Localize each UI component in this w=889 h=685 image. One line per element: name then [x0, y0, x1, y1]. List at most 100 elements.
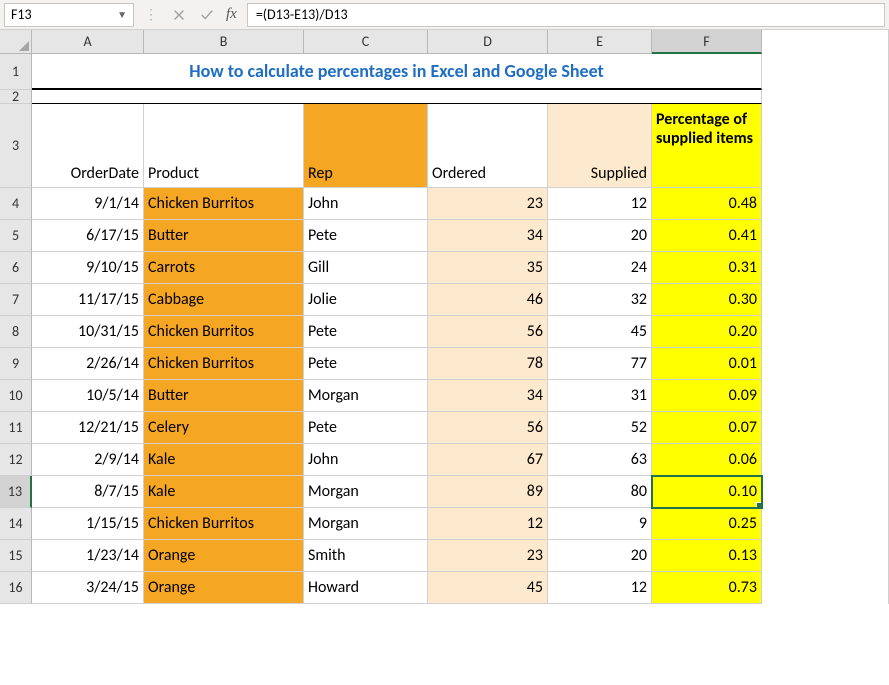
chevron-down-icon[interactable]: ▼ — [117, 8, 127, 21]
cell-ordered-5[interactable]: 34 — [428, 220, 548, 252]
cell-pct-10[interactable]: 0.09 — [652, 380, 762, 412]
cell-rep-7[interactable]: Jolie — [304, 284, 428, 316]
spreadsheet-grid[interactable]: ABCDEF1How to calculate percentages in E… — [0, 30, 889, 604]
cell-pct-6[interactable]: 0.31 — [652, 252, 762, 284]
row-header-9[interactable]: 9 — [0, 348, 32, 380]
cell-product-5[interactable]: Butter — [144, 220, 304, 252]
title-cell[interactable]: How to calculate percentages in Excel an… — [32, 54, 762, 90]
header-product[interactable]: Product — [144, 104, 304, 188]
cell-pct-16[interactable]: 0.73 — [652, 572, 762, 604]
cell-supplied-5[interactable]: 20 — [548, 220, 652, 252]
cell-ordered-6[interactable]: 35 — [428, 252, 548, 284]
col-header-D[interactable]: D — [428, 30, 548, 54]
cell-date-7[interactable]: 11/17/15 — [32, 284, 144, 316]
cell-rep-14[interactable]: Morgan — [304, 508, 428, 540]
cell-ordered-16[interactable]: 45 — [428, 572, 548, 604]
cell-rep-5[interactable]: Pete — [304, 220, 428, 252]
cell-date-8[interactable]: 10/31/15 — [32, 316, 144, 348]
cell-supplied-16[interactable]: 12 — [548, 572, 652, 604]
col-header-E[interactable]: E — [548, 30, 652, 54]
cell-product-4[interactable]: Chicken Burritos — [144, 188, 304, 220]
cell-supplied-7[interactable]: 32 — [548, 284, 652, 316]
row-header-11[interactable]: 11 — [0, 412, 32, 444]
row-header-14[interactable]: 14 — [0, 508, 32, 540]
row-header-10[interactable]: 10 — [0, 380, 32, 412]
cell-pct-11[interactable]: 0.07 — [652, 412, 762, 444]
cell-ordered-10[interactable]: 34 — [428, 380, 548, 412]
cell-rep-9[interactable]: Pete — [304, 348, 428, 380]
cell-pct-13[interactable]: 0.10 — [652, 476, 762, 508]
cell-pct-9[interactable]: 0.01 — [652, 348, 762, 380]
cell-ordered-14[interactable]: 12 — [428, 508, 548, 540]
cell-product-6[interactable]: Carrots — [144, 252, 304, 284]
row-header-16[interactable]: 16 — [0, 572, 32, 604]
header-orderdate[interactable]: OrderDate — [32, 104, 144, 188]
cell-date-5[interactable]: 6/17/15 — [32, 220, 144, 252]
cell-pct-15[interactable]: 0.13 — [652, 540, 762, 572]
cell-date-13[interactable]: 8/7/15 — [32, 476, 144, 508]
cell-product-15[interactable]: Orange — [144, 540, 304, 572]
cell-rep-12[interactable]: John — [304, 444, 428, 476]
header-percentage[interactable]: Percentage of supplied items — [652, 104, 762, 188]
name-box[interactable]: F13 ▼ — [4, 3, 134, 27]
row-2-merge[interactable] — [32, 90, 762, 104]
cell-product-14[interactable]: Chicken Burritos — [144, 508, 304, 540]
row-header-6[interactable]: 6 — [0, 252, 32, 284]
cancel-icon[interactable] — [168, 4, 190, 26]
cell-rep-11[interactable]: Pete — [304, 412, 428, 444]
row-header-15[interactable]: 15 — [0, 540, 32, 572]
cell-supplied-15[interactable]: 20 — [548, 540, 652, 572]
check-icon[interactable] — [196, 4, 218, 26]
cell-product-13[interactable]: Kale — [144, 476, 304, 508]
header-rep[interactable]: Rep — [304, 104, 428, 188]
cell-product-11[interactable]: Celery — [144, 412, 304, 444]
cell-supplied-13[interactable]: 80 — [548, 476, 652, 508]
cell-date-10[interactable]: 10/5/14 — [32, 380, 144, 412]
col-header-B[interactable]: B — [144, 30, 304, 54]
row-header-2[interactable]: 2 — [0, 90, 32, 104]
cell-supplied-8[interactable]: 45 — [548, 316, 652, 348]
cell-product-9[interactable]: Chicken Burritos — [144, 348, 304, 380]
header-supplied[interactable]: Supplied — [548, 104, 652, 188]
cell-date-14[interactable]: 1/15/15 — [32, 508, 144, 540]
col-header-F[interactable]: F — [652, 30, 762, 54]
cell-ordered-9[interactable]: 78 — [428, 348, 548, 380]
cell-date-6[interactable]: 9/10/15 — [32, 252, 144, 284]
cell-date-11[interactable]: 12/21/15 — [32, 412, 144, 444]
cell-ordered-13[interactable]: 89 — [428, 476, 548, 508]
select-all-corner[interactable] — [0, 30, 32, 54]
row-header-5[interactable]: 5 — [0, 220, 32, 252]
cell-pct-5[interactable]: 0.41 — [652, 220, 762, 252]
cell-ordered-15[interactable]: 23 — [428, 540, 548, 572]
cell-rep-4[interactable]: John — [304, 188, 428, 220]
cell-rep-13[interactable]: Morgan — [304, 476, 428, 508]
cell-supplied-14[interactable]: 9 — [548, 508, 652, 540]
formula-input[interactable]: =(D13-E13)/D13 — [247, 3, 885, 27]
col-header-C[interactable]: C — [304, 30, 428, 54]
cell-supplied-10[interactable]: 31 — [548, 380, 652, 412]
cell-rep-15[interactable]: Smith — [304, 540, 428, 572]
cell-rep-16[interactable]: Howard — [304, 572, 428, 604]
cell-product-12[interactable]: Kale — [144, 444, 304, 476]
cell-rep-10[interactable]: Morgan — [304, 380, 428, 412]
cell-ordered-4[interactable]: 23 — [428, 188, 548, 220]
cell-pct-14[interactable]: 0.25 — [652, 508, 762, 540]
cell-date-4[interactable]: 9/1/14 — [32, 188, 144, 220]
fx-icon[interactable]: fx — [224, 6, 241, 23]
cell-supplied-4[interactable]: 12 — [548, 188, 652, 220]
cell-product-16[interactable]: Orange — [144, 572, 304, 604]
row-header-7[interactable]: 7 — [0, 284, 32, 316]
cell-ordered-7[interactable]: 46 — [428, 284, 548, 316]
cell-ordered-11[interactable]: 56 — [428, 412, 548, 444]
row-header-13[interactable]: 13 — [0, 476, 32, 508]
cell-supplied-11[interactable]: 52 — [548, 412, 652, 444]
cell-product-10[interactable]: Butter — [144, 380, 304, 412]
cell-date-9[interactable]: 2/26/14 — [32, 348, 144, 380]
cell-date-16[interactable]: 3/24/15 — [32, 572, 144, 604]
cell-pct-7[interactable]: 0.30 — [652, 284, 762, 316]
row-header-3[interactable]: 3 — [0, 104, 32, 188]
cell-pct-12[interactable]: 0.06 — [652, 444, 762, 476]
cell-rep-6[interactable]: Gill — [304, 252, 428, 284]
cell-supplied-6[interactable]: 24 — [548, 252, 652, 284]
header-ordered[interactable]: Ordered — [428, 104, 548, 188]
